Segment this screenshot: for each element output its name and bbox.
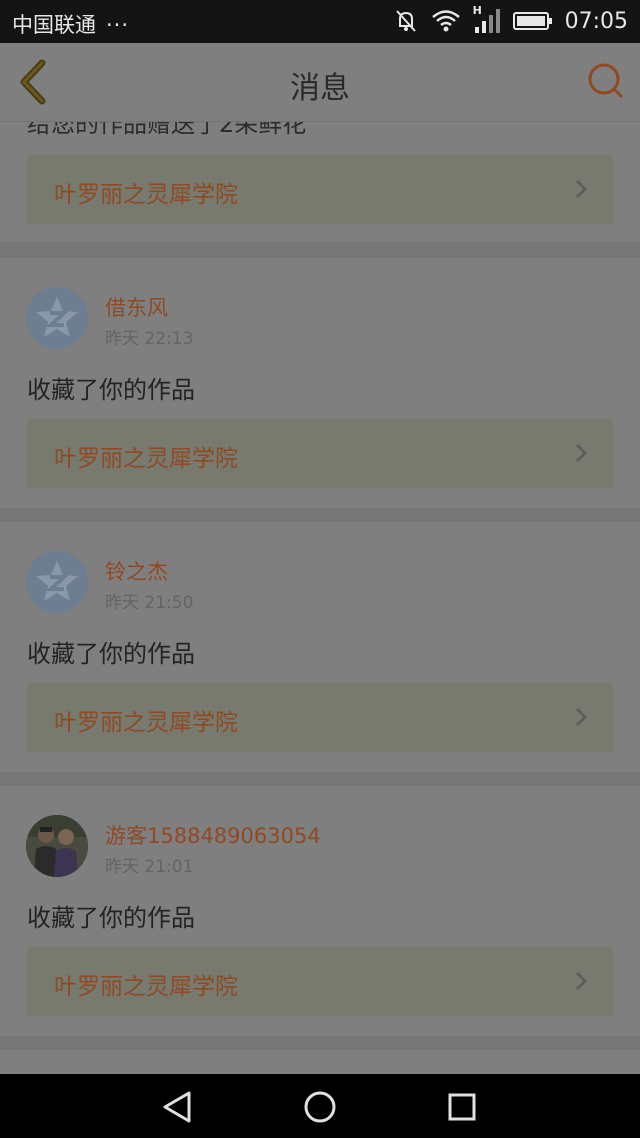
- signal-icon: H: [473, 4, 501, 35]
- search-button[interactable]: [586, 61, 626, 101]
- chevron-right-icon: [576, 708, 587, 726]
- username[interactable]: 借东风: [105, 292, 168, 322]
- list-item: 铃之杰 昨天 21:50 收藏了你的作品 叶罗丽之灵犀学院: [0, 522, 640, 772]
- list-item: 借东风 昨天 22:13 收藏了你的作品 叶罗丽之灵犀学院: [0, 258, 640, 508]
- work-title: 叶罗丽之灵犀学院: [54, 710, 238, 736]
- avatar[interactable]: [26, 551, 88, 613]
- chevron-right-icon: [576, 972, 587, 990]
- chevron-right-icon: [576, 444, 587, 462]
- message-action-text: 给您的作品赠送了2朵鲜花: [27, 122, 307, 138]
- list-item: [0, 1050, 640, 1074]
- message-action-text: 收藏了你的作品: [27, 904, 195, 932]
- app-header: 消息: [0, 43, 640, 122]
- page-title: 消息: [290, 71, 350, 106]
- back-triangle-icon: [163, 1091, 191, 1123]
- message-action-text: 收藏了你的作品: [27, 376, 195, 404]
- work-title: 叶罗丽之灵犀学院: [54, 182, 238, 208]
- list-item: 游客1588489063054 昨天 21:01 收藏了你的作品 叶罗丽之灵犀学…: [0, 786, 640, 1036]
- battery-icon: [512, 12, 552, 30]
- username[interactable]: 游客1588489063054: [105, 820, 321, 850]
- status-bar: 中国联通 ··· H 07:05: [0, 0, 640, 43]
- timestamp: 昨天 21:01: [105, 857, 194, 877]
- message-action-text: 收藏了你的作品: [27, 640, 195, 668]
- clock: 07:05: [564, 8, 628, 34]
- work-link-button[interactable]: 叶罗丽之灵犀学院: [27, 418, 613, 488]
- timestamp: 昨天 22:13: [105, 329, 194, 349]
- wifi-icon: [431, 10, 460, 32]
- system-nav-bar: [0, 1074, 640, 1138]
- work-title: 叶罗丽之灵犀学院: [54, 974, 238, 1000]
- timestamp: 昨天 21:50: [105, 593, 194, 613]
- default-avatar-icon: [26, 551, 88, 613]
- recents-square-icon: [448, 1093, 476, 1121]
- avatar[interactable]: [26, 815, 88, 877]
- avatar[interactable]: [26, 287, 88, 349]
- work-link-button[interactable]: 叶罗丽之灵犀学院: [27, 682, 613, 752]
- nav-recents-button[interactable]: [443, 1088, 481, 1126]
- screen: 中国联通 ··· H 07:05 消息 给您的作品赠送了2朵鲜花 叶罗丽之灵犀学…: [0, 0, 640, 1138]
- more-notifications-icon: ···: [106, 13, 130, 37]
- default-avatar-icon: [26, 287, 88, 349]
- mute-icon: [395, 10, 416, 32]
- username[interactable]: 铃之杰: [105, 556, 168, 586]
- work-title: 叶罗丽之灵犀学院: [54, 446, 238, 472]
- message-list[interactable]: 给您的作品赠送了2朵鲜花 叶罗丽之灵犀学院 借东风 昨天 22:13 收藏了你的…: [0, 122, 640, 1074]
- work-link-button[interactable]: 叶罗丽之灵犀学院: [27, 946, 613, 1016]
- chevron-right-icon: [576, 180, 587, 198]
- carrier-name: 中国联通: [12, 13, 96, 37]
- nav-back-button[interactable]: [159, 1088, 197, 1126]
- work-link-button[interactable]: 叶罗丽之灵犀学院: [27, 154, 613, 224]
- search-icon: [588, 63, 623, 98]
- list-item: 给您的作品赠送了2朵鲜花 叶罗丽之灵犀学院: [0, 122, 640, 242]
- home-circle-icon: [304, 1091, 336, 1123]
- nav-home-button[interactable]: [301, 1088, 339, 1126]
- photo-avatar-icon: [26, 815, 88, 877]
